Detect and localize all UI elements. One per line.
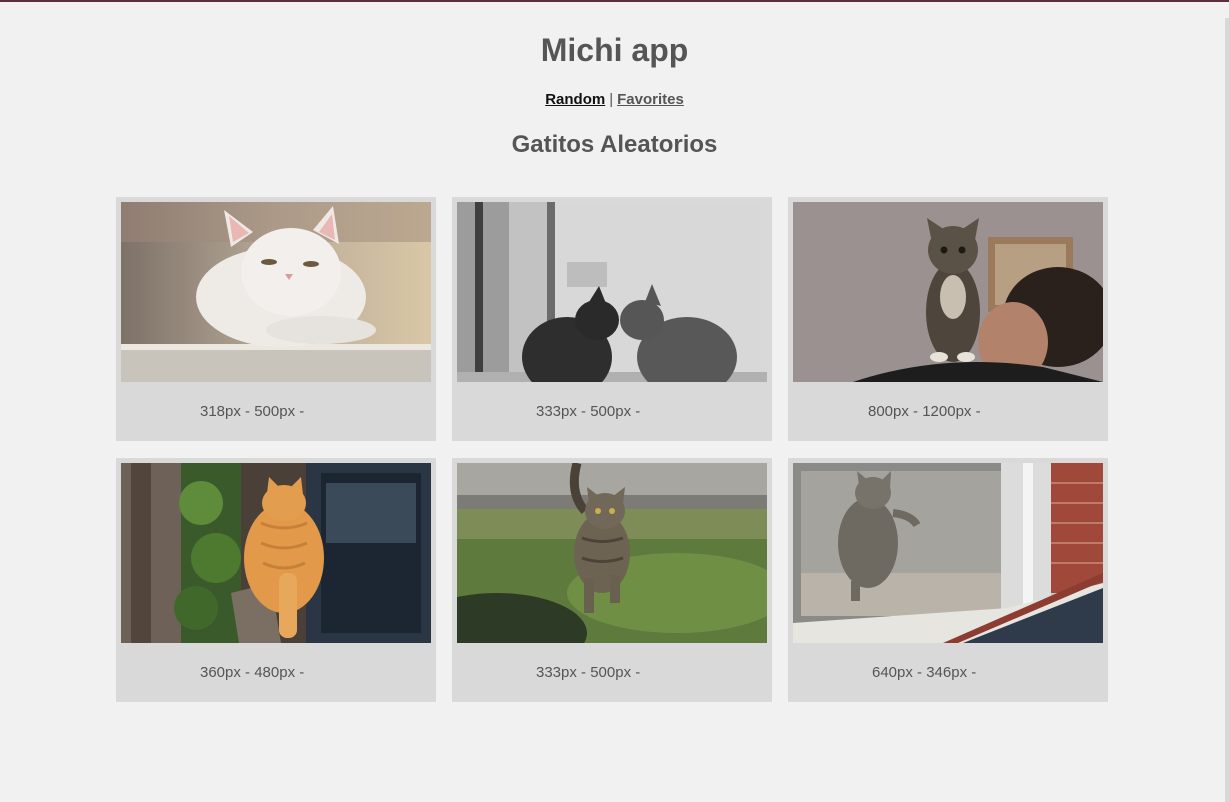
kitten-on-shoulder-photo[interactable] bbox=[793, 202, 1103, 382]
cat-card: 333px - 500px - bbox=[452, 458, 772, 702]
nav-link-random[interactable]: Random bbox=[545, 91, 605, 108]
nav: Random | Favorites bbox=[0, 91, 1229, 109]
cat-card: 360px - 480px - bbox=[116, 458, 436, 702]
nav-separator: | bbox=[609, 91, 614, 108]
app-title: Michi app bbox=[540, 32, 689, 68]
two-cats-window-photo[interactable] bbox=[457, 202, 767, 382]
orange-cat-photo[interactable] bbox=[121, 463, 431, 643]
nav-link-favorites[interactable]: Favorites bbox=[617, 91, 684, 108]
top-border bbox=[0, 0, 1229, 2]
scrollbar[interactable] bbox=[1225, 18, 1229, 802]
section-title: Gatitos Aleatorios bbox=[511, 131, 718, 158]
tabby-cat-grass-photo[interactable] bbox=[457, 463, 767, 643]
cat-card: 640px - 346px - bbox=[788, 458, 1108, 702]
cat-at-door-photo[interactable] bbox=[793, 463, 1103, 643]
white-cat-photo[interactable] bbox=[121, 202, 431, 382]
cat-grid: 318px - 500px - 333px - 500px - 800px - … bbox=[116, 197, 1108, 702]
cat-card: 800px - 1200px - bbox=[788, 197, 1108, 441]
cat-card: 333px - 500px - bbox=[452, 197, 772, 441]
header: Michi app Random | Favorites bbox=[0, 0, 1229, 109]
cat-card: 318px - 500px - bbox=[116, 197, 436, 441]
